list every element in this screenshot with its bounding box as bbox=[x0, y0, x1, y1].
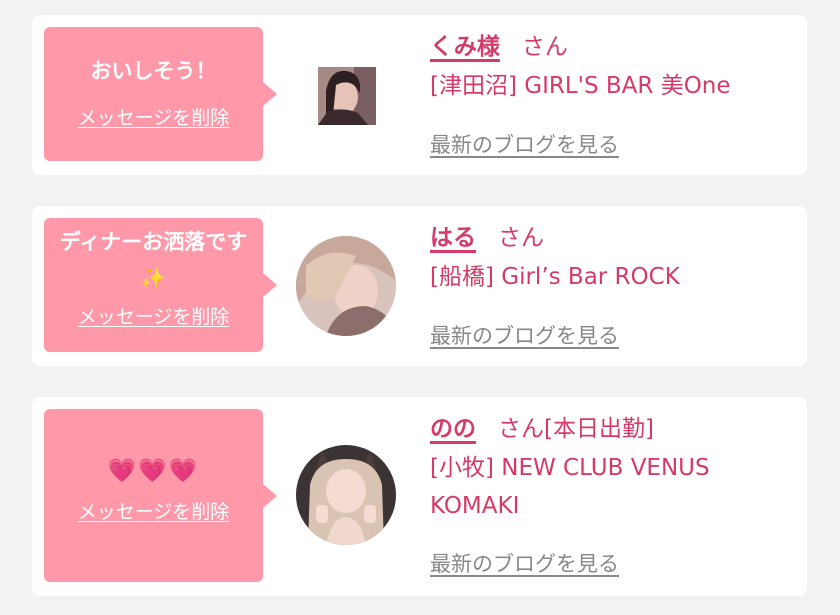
latest-blog-link[interactable]: 最新のブログを見る bbox=[430, 129, 619, 159]
delete-message-link[interactable]: メッセージを削除 bbox=[78, 103, 230, 130]
avatar[interactable] bbox=[318, 67, 376, 125]
message-card: おいしそう！ メッセージを削除 くみ様 さん [津田沼] GIRL'S BAR 美… bbox=[32, 15, 807, 175]
name-suffix: さん[本日出勤] bbox=[498, 416, 654, 442]
cast-name-link[interactable]: のの bbox=[430, 416, 476, 442]
shop-name: [津田沼] GIRL'S BAR 美One bbox=[430, 73, 731, 99]
delete-message-link[interactable]: メッセージを削除 bbox=[78, 302, 230, 329]
cast-name-link[interactable]: くみ様 bbox=[430, 34, 500, 60]
shop-name: [小牧] NEW CLUB VENUS bbox=[430, 455, 710, 481]
shop-name: [船橋] Girl’s Bar ROCK bbox=[430, 264, 680, 290]
latest-blog-link[interactable]: 最新のブログを見る bbox=[430, 548, 619, 578]
message-bubble: おいしそう！ メッセージを削除 bbox=[44, 27, 277, 161]
message-text: ディナーお洒落です✨ bbox=[59, 230, 248, 290]
message-bubble: ディナーお洒落です✨ メッセージを削除 bbox=[44, 218, 277, 352]
message-bubble: 💗💗💗 メッセージを削除 bbox=[44, 409, 277, 582]
name-suffix: さん bbox=[521, 34, 568, 60]
cast-name-link[interactable]: はる bbox=[430, 225, 476, 251]
delete-message-link[interactable]: メッセージを削除 bbox=[78, 497, 230, 524]
message-card: ディナーお洒落です✨ メッセージを削除 はる さん [船橋] Girl’s Bar… bbox=[32, 206, 807, 366]
latest-blog-link[interactable]: 最新のブログを見る bbox=[430, 320, 619, 350]
avatar[interactable] bbox=[296, 445, 396, 545]
message-text: 💗💗💗 bbox=[107, 458, 200, 484]
avatar[interactable] bbox=[296, 236, 396, 336]
message-card: 💗💗💗 メッセージを削除 のの さん[本日出勤] [小牧] NEW CLUB VE… bbox=[32, 397, 807, 596]
cast-info: くみ様 さん [津田沼] GIRL'S BAR 美One bbox=[430, 31, 731, 105]
cast-info: のの さん[本日出勤] [小牧] NEW CLUB VENUS KOMAKI bbox=[430, 413, 710, 525]
cast-info: はる さん [船橋] Girl’s Bar ROCK bbox=[430, 222, 680, 296]
name-line: はる さん bbox=[430, 222, 680, 254]
shop-name-line2: KOMAKI bbox=[430, 493, 520, 519]
name-suffix: さん bbox=[498, 225, 544, 251]
name-line: くみ様 さん bbox=[430, 31, 731, 63]
name-line: のの さん[本日出勤] bbox=[430, 413, 710, 445]
message-text: おいしそう！ bbox=[90, 59, 217, 83]
